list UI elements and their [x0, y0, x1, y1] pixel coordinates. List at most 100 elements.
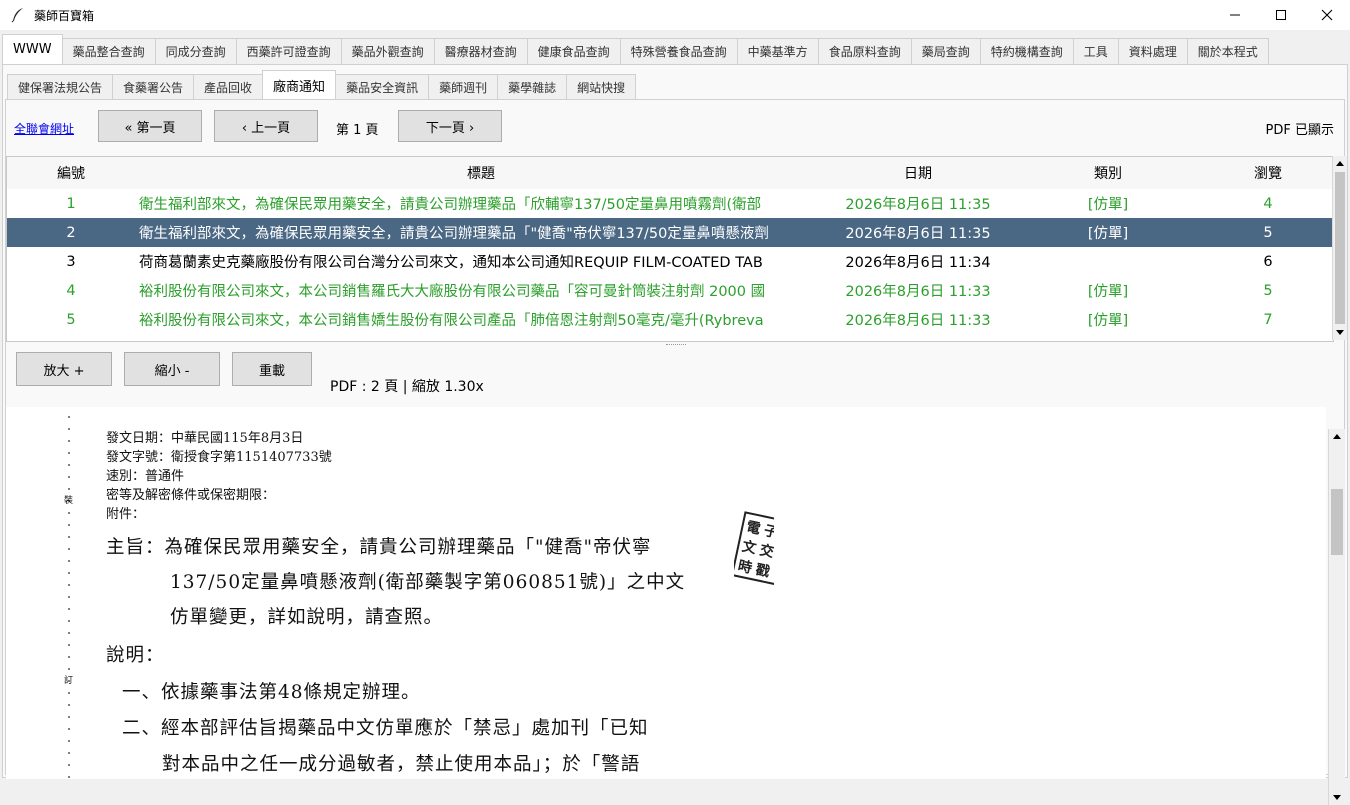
- cell-no: 3: [66, 253, 76, 270]
- pdf-scrollbar[interactable]: [1328, 429, 1345, 805]
- svg-text:交: 交: [758, 541, 774, 561]
- tab-food-ingredient-search[interactable]: 食品原料查詢: [817, 38, 912, 64]
- subtab-site-quick-search[interactable]: 網站快搜: [566, 74, 637, 100]
- tab-special-nutrition-search[interactable]: 特殊營養食品查詢: [619, 38, 738, 64]
- margin-mark-bind: 裝: [64, 496, 74, 506]
- doc-explanation-item2: 二、經本部評估旨揭藥品中文仿單應於「禁忌」處加刊「已知: [122, 718, 649, 739]
- zoom-out-button[interactable]: 縮小 -: [124, 352, 220, 386]
- page-indicator: 第 1 頁: [336, 123, 379, 138]
- tab-same-ingredient-search[interactable]: 同成分查詢: [154, 38, 237, 64]
- feather-icon: [11, 8, 23, 23]
- pdf-scroll-thumb[interactable]: [1331, 489, 1343, 555]
- close-button[interactable]: [1304, 0, 1350, 30]
- header-date[interactable]: 日期: [823, 163, 1013, 183]
- scroll-up-icon[interactable]: [1329, 429, 1345, 443]
- pdf-zoom-info: PDF : 2 頁 | 縮放 1.30x: [330, 379, 484, 395]
- subtab-manufacturer-notices[interactable]: 廠商通知: [262, 70, 337, 100]
- cell-title: 衛生福利部來文，為確保民眾用藥安全，請貴公司辦理藥品「欣輔寧137/50定量鼻用…: [139, 197, 762, 213]
- table-row[interactable]: 4 裕利股份有限公司來文，本公司銷售羅氏大大廠股份有限公司藥品「容可曼針筒裝注射…: [7, 276, 1333, 305]
- main-tab-bar: WWW 藥品整合查詢 同成分查詢 西藥許可證查詢 藥品外觀查詢 醫療器材查詢 健…: [2, 34, 1348, 64]
- scroll-up-icon[interactable]: [1333, 156, 1347, 170]
- tab-about[interactable]: 關於本程式: [1186, 38, 1269, 64]
- tab-www[interactable]: WWW: [2, 34, 63, 64]
- tab-chinese-medicine-formula[interactable]: 中藥基準方: [736, 38, 819, 64]
- electronic-exchange-timestamp-seal: 電 文 時 子 交 戳: [734, 509, 774, 589]
- tab-drug-integrated-search[interactable]: 藥品整合查詢: [61, 38, 156, 64]
- cell-views: 5: [1263, 282, 1273, 299]
- doc-speed: 速別：普通件: [106, 469, 185, 484]
- table-scroll-thumb[interactable]: [1335, 172, 1345, 324]
- www-panel: 健保署法規公告 食藥署公告 產品回收 廠商通知 藥品安全資訊 藥師週刊 藥學雜誌…: [2, 64, 1348, 805]
- doc-explanation-item2-line2: 對本品中之任一成分過敏者，禁止使用本品」；於「警語: [162, 754, 641, 775]
- cell-category: [仿單]: [1087, 197, 1129, 213]
- subtab-fda-announcements[interactable]: 食藥署公告: [112, 74, 195, 100]
- table-row[interactable]: 1 衛生福利部來文，為確保民眾用藥安全，請貴公司辦理藥品「欣輔寧137/50定量…: [7, 189, 1333, 218]
- cell-title: 裕利股份有限公司來文，本公司銷售嬌生股份有限公司產品「肺倍恩注射劑50毫克/毫升…: [139, 313, 764, 329]
- tab-pharmacy-search[interactable]: 藥局查詢: [910, 38, 981, 64]
- cell-no: 2: [66, 224, 76, 241]
- svg-text:戳: 戳: [754, 561, 771, 581]
- prev-page-button[interactable]: ‹ 上一頁: [214, 110, 318, 142]
- doc-subject-line2: 137/50定量鼻噴懸液劑(衛部藥製字第060851號)」之中文: [170, 572, 686, 593]
- subtab-product-recall[interactable]: 產品回收: [193, 74, 264, 100]
- doc-confidentiality: 密等及解密條件或保密期限：: [106, 488, 276, 503]
- cell-views: 6: [1263, 253, 1273, 270]
- scroll-down-icon[interactable]: [1329, 791, 1345, 805]
- minimize-button[interactable]: [1212, 0, 1258, 30]
- doc-explanation-heading: 說明：: [106, 645, 165, 666]
- cell-title: 裕利股份有限公司來文，本公司銷售羅氏大大廠股份有限公司藥品「容可曼針筒裝注射劑 …: [139, 284, 766, 300]
- svg-text:電: 電: [745, 518, 762, 538]
- notices-table: 編號 標題 日期 類別 瀏覽 1 衛生福利部來文，為確保民眾用藥安全，請貴公司辦…: [6, 156, 1334, 342]
- doc-issue-date: 發文日期：中華民國115年8月3日: [106, 431, 304, 446]
- cell-title: 衛生福利部來文，為確保民眾用藥安全，請貴公司辦理藥品「"健喬"帝伏寧137/50…: [139, 226, 769, 242]
- tab-tools[interactable]: 工具: [1072, 38, 1119, 64]
- table-row[interactable]: 5 裕利股份有限公司來文，本公司銷售嬌生股份有限公司產品「肺倍恩注射劑50毫克/…: [7, 305, 1333, 334]
- doc-subject-line3: 仿單變更，詳如說明，請查照。: [170, 607, 444, 628]
- cell-views: 7: [1263, 311, 1273, 328]
- window-title: 藥師百寶箱: [34, 8, 95, 23]
- cell-date: 2026年8月6日 11:35: [845, 226, 991, 242]
- header-title[interactable]: 標題: [135, 163, 823, 183]
- subtab-nhi-announcements[interactable]: 健保署法規公告: [7, 74, 114, 100]
- maximize-icon: [1276, 10, 1286, 20]
- subtab-pharmacy-journal[interactable]: 藥學雜誌: [497, 74, 568, 100]
- doc-explanation-item1: 一、依據藥事法第48條規定辦理。: [122, 682, 421, 703]
- title-bar: 藥師百寶箱: [0, 0, 1350, 30]
- cell-category: [仿單]: [1087, 313, 1129, 329]
- close-icon: [1321, 9, 1333, 21]
- tab-appearance-search[interactable]: 藥品外觀查詢: [340, 38, 435, 64]
- header-category[interactable]: 類別: [1013, 163, 1203, 183]
- tab-license-search[interactable]: 西藥許可證查詢: [235, 38, 342, 64]
- pdf-viewer[interactable]: 裝 訂 發文日期：中華民國115年8月3日 發文字號：衛授食字第11514077…: [6, 407, 1326, 779]
- subtab-pharmacist-weekly[interactable]: 藥師週刊: [428, 74, 499, 100]
- splitter-grip[interactable]: [666, 344, 686, 347]
- cell-date: 2026年8月6日 11:33: [845, 284, 991, 300]
- first-page-button[interactable]: « 第一頁: [98, 110, 202, 142]
- svg-text:文: 文: [741, 538, 759, 558]
- cell-category: [仿單]: [1087, 284, 1129, 300]
- header-no[interactable]: 編號: [7, 163, 135, 183]
- binding-line: [68, 411, 70, 779]
- cell-date: 2026年8月6日 11:35: [845, 197, 991, 213]
- table-scrollbar[interactable]: [1332, 156, 1347, 340]
- reload-button[interactable]: 重載: [232, 352, 312, 386]
- cell-date: 2026年8月6日 11:33: [845, 313, 991, 329]
- header-views[interactable]: 瀏覽: [1203, 163, 1333, 183]
- tab-health-food-search[interactable]: 健康食品查詢: [526, 38, 621, 64]
- scroll-down-icon[interactable]: [1333, 326, 1347, 340]
- table-header: 編號 標題 日期 類別 瀏覽: [7, 157, 1333, 189]
- cell-no: 1: [66, 195, 76, 212]
- table-row-selected[interactable]: 2 衛生福利部來文，為確保民眾用藥安全，請貴公司辦理藥品「"健喬"帝伏寧137/…: [7, 218, 1333, 247]
- zoom-in-button[interactable]: 放大 +: [16, 352, 112, 386]
- sub-tab-bar: 健保署法規公告 食藥署公告 產品回收 廠商通知 藥品安全資訊 藥師週刊 藥學雜誌…: [7, 70, 637, 100]
- tab-contracted-institution-search[interactable]: 特約機構查詢: [979, 38, 1074, 64]
- margin-mark-staple: 訂: [64, 676, 74, 686]
- table-row[interactable]: 3 荷商葛蘭素史克藥廠股份有限公司台灣分公司來文，通知本公司通知REQUIP F…: [7, 247, 1333, 276]
- tab-medical-device-search[interactable]: 醫療器材查詢: [433, 38, 528, 64]
- next-page-button[interactable]: 下一頁 ›: [398, 110, 502, 142]
- subtab-drug-safety-info[interactable]: 藥品安全資訊: [335, 74, 430, 100]
- cell-views: 5: [1263, 224, 1273, 241]
- association-link[interactable]: 全聯會網址: [14, 120, 74, 137]
- tab-data-processing[interactable]: 資料處理: [1117, 38, 1188, 64]
- maximize-button[interactable]: [1258, 0, 1304, 30]
